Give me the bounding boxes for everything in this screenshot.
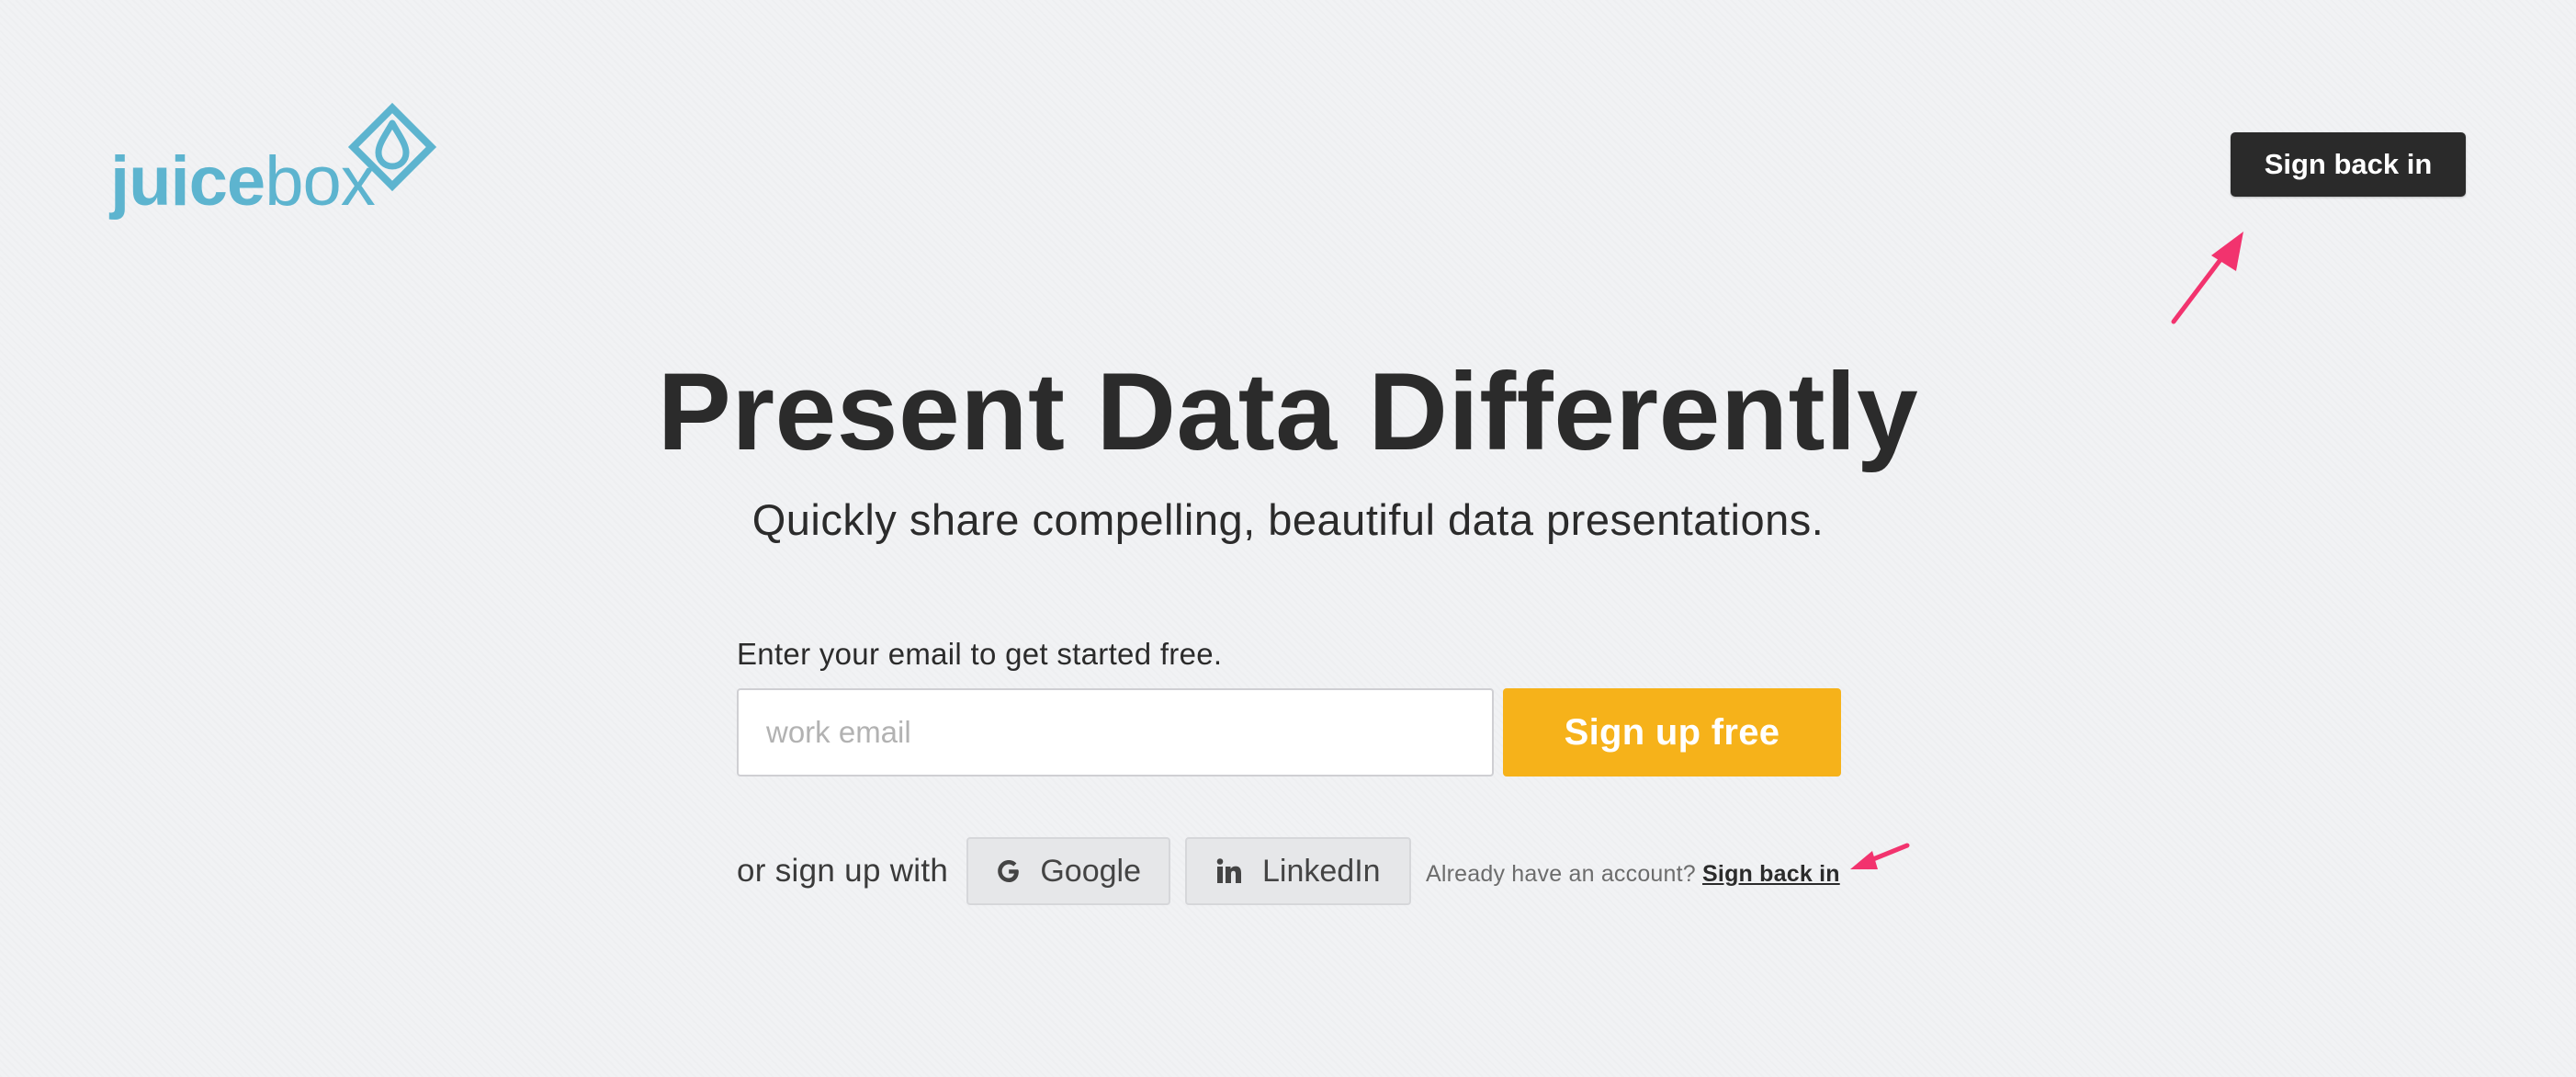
existing-account-prompt: Already have an account? Sign back in	[1426, 858, 1840, 890]
annotation-arrow-icon	[2171, 232, 2243, 324]
hero-subheadline: Quickly share compelling, beautiful data…	[751, 495, 1825, 544]
sign-up-free-button[interactable]: Sign up free	[1503, 688, 1841, 777]
juicebox-drop-icon	[347, 102, 437, 192]
logo-wordmark-juice: juice	[110, 142, 266, 221]
google-icon	[998, 860, 1019, 882]
linkedin-signup-button[interactable]: LinkedIn	[1185, 837, 1411, 905]
google-signup-button[interactable]: Google	[966, 837, 1170, 905]
logo-wordmark: juicebox	[110, 147, 376, 217]
social-signup-prefix: or sign up with	[737, 853, 949, 889]
linkedin-button-label: LinkedIn	[1262, 853, 1381, 889]
linkedin-icon	[1216, 858, 1241, 883]
hero-headline: Present Data Differently	[657, 350, 1919, 473]
header-sign-in-button[interactable]: Sign back in	[2231, 132, 2466, 197]
work-email-input[interactable]	[737, 688, 1494, 777]
google-button-label: Google	[1040, 853, 1141, 889]
email-prompt-label: Enter your email to get started free.	[737, 637, 1223, 671]
annotation-arrow-icon	[1850, 843, 1910, 869]
existing-account-text: Already have an account?	[1426, 861, 1696, 887]
juicebox-logo[interactable]: juicebox	[110, 99, 450, 219]
sign-back-in-link[interactable]: Sign back in	[1702, 861, 1840, 887]
